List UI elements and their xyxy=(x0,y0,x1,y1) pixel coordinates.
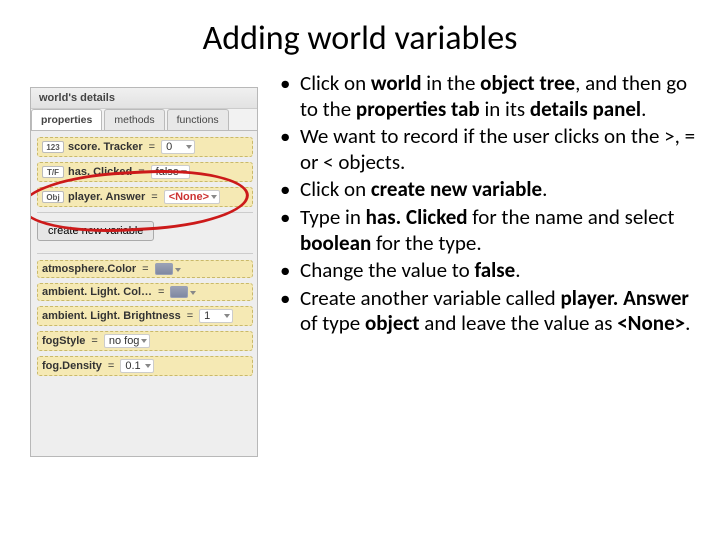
list-item: Change the value to false. xyxy=(280,258,704,284)
var-row-score[interactable]: 123 score. Tracker = 0 xyxy=(37,137,253,157)
chevron-down-icon xyxy=(141,339,147,343)
prop-row-ambient-light-color[interactable]: ambient. Light. Col… = xyxy=(37,283,253,301)
chevron-down-icon xyxy=(190,291,196,295)
divider xyxy=(37,253,253,254)
number-type-icon: 123 xyxy=(42,141,64,153)
var-value-dropdown[interactable]: false xyxy=(151,165,190,179)
chevron-down-icon xyxy=(175,268,181,272)
prop-row-atmosphere-color[interactable]: atmosphere.Color = xyxy=(37,260,253,278)
chevron-down-icon xyxy=(211,195,217,199)
var-name: player. Answer xyxy=(68,191,145,203)
divider xyxy=(37,212,253,213)
var-name: score. Tracker xyxy=(68,141,143,153)
chevron-down-icon xyxy=(145,364,151,368)
var-value-dropdown[interactable]: 0 xyxy=(161,140,195,154)
tab-methods[interactable]: methods xyxy=(104,109,164,130)
create-new-variable-button[interactable]: create new variable xyxy=(37,221,154,241)
equals-label: = xyxy=(140,263,150,275)
prop-name: atmosphere.Color xyxy=(42,263,136,275)
var-row-hasclicked[interactable]: T/F has. Clicked = false xyxy=(37,162,253,182)
equals-label: = xyxy=(89,335,99,347)
boolean-type-icon: T/F xyxy=(42,166,64,178)
var-value-dropdown[interactable]: <None> xyxy=(164,190,220,204)
panel-header: world's details xyxy=(31,88,257,109)
prop-name: ambient. Light. Col… xyxy=(42,286,152,298)
prop-row-ambient-light-brightness[interactable]: ambient. Light. Brightness = 1 xyxy=(37,306,253,326)
list-item: Click on create new variable. xyxy=(280,177,704,203)
tab-properties[interactable]: properties xyxy=(31,109,102,130)
prop-name: fogStyle xyxy=(42,335,85,347)
prop-name: ambient. Light. Brightness xyxy=(42,310,181,322)
equals-label: = xyxy=(106,360,116,372)
list-item: We want to record if the user clicks on … xyxy=(280,124,704,175)
equals-label: = xyxy=(149,191,159,203)
prop-name: fog.Density xyxy=(42,360,102,372)
equals-label: = xyxy=(156,286,166,298)
prop-value-dropdown[interactable]: 0.1 xyxy=(120,359,154,373)
list-item: Click on world in the object tree, and t… xyxy=(280,71,704,122)
prop-value-dropdown[interactable]: no fog xyxy=(104,334,151,348)
tabs-row: properties methods functions xyxy=(31,109,257,131)
chevron-down-icon xyxy=(186,145,192,149)
list-item: Type in has. Clicked for the name and se… xyxy=(280,205,704,256)
equals-label: = xyxy=(147,141,157,153)
chevron-down-icon xyxy=(181,170,187,174)
prop-row-fog-density[interactable]: fog.Density = 0.1 xyxy=(37,356,253,376)
list-item: Create another variable called player. A… xyxy=(280,286,704,337)
prop-row-fog-style[interactable]: fogStyle = no fog xyxy=(37,331,253,351)
equals-label: = xyxy=(136,166,146,178)
object-type-icon: Obj xyxy=(42,191,64,203)
bullet-list: Click on world in the object tree, and t… xyxy=(258,67,710,457)
prop-value-dropdown[interactable]: 1 xyxy=(199,309,233,323)
tab-functions[interactable]: functions xyxy=(167,109,229,130)
color-swatch[interactable] xyxy=(170,286,188,298)
var-row-playeranswer[interactable]: Obj player. Answer = <None> xyxy=(37,187,253,207)
slide-title: Adding world variables xyxy=(0,0,720,67)
chevron-down-icon xyxy=(224,314,230,318)
equals-label: = xyxy=(185,310,195,322)
color-swatch[interactable] xyxy=(155,263,173,275)
var-name: has. Clicked xyxy=(68,166,132,178)
alice-details-panel: world's details properties methods funct… xyxy=(30,87,258,457)
